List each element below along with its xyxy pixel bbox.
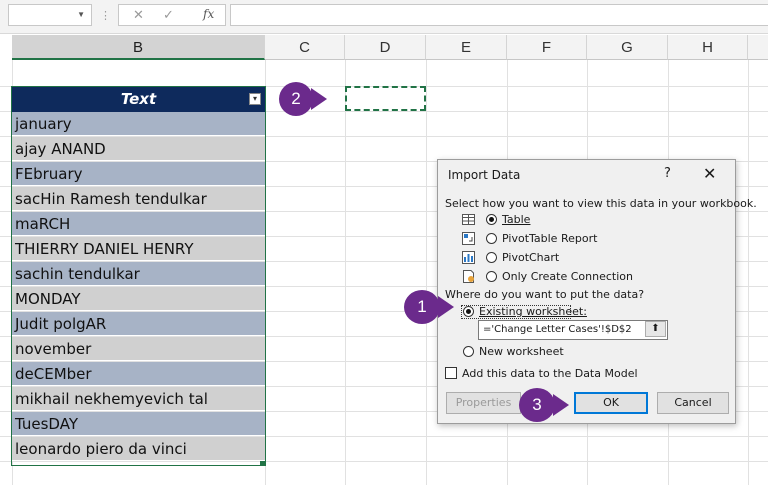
table-row[interactable]: leonardo piero da vinci bbox=[12, 437, 265, 461]
table-row[interactable]: maRCH bbox=[12, 212, 265, 236]
table-row[interactable]: Judit polgAR bbox=[12, 312, 265, 336]
cancel-icon[interactable]: ✕ bbox=[133, 7, 144, 23]
formula-buttons: ✕ ✓ fx bbox=[118, 4, 226, 26]
table-row[interactable]: deCEMber bbox=[12, 362, 265, 386]
target-cell-marquee[interactable] bbox=[345, 86, 426, 111]
pivotchart-icon bbox=[462, 251, 475, 264]
column-header-c[interactable]: C bbox=[265, 35, 345, 60]
column-header-f[interactable]: F bbox=[507, 35, 587, 60]
help-button[interactable]: ? bbox=[664, 166, 671, 181]
view-prompt: Select how you want to view this data in… bbox=[445, 197, 757, 210]
new-worksheet-label[interactable]: New worksheet bbox=[479, 345, 564, 358]
table-row[interactable]: november bbox=[12, 337, 265, 361]
pivottable-radio[interactable] bbox=[486, 233, 497, 244]
step-badge-3: 3 bbox=[519, 388, 569, 422]
table-resize-handle[interactable] bbox=[260, 461, 265, 466]
column-header-next[interactable] bbox=[748, 35, 768, 60]
table-row[interactable]: FEbruary bbox=[12, 162, 265, 186]
pivotchart-radio[interactable] bbox=[486, 252, 497, 263]
table-row[interactable]: MONDAY bbox=[12, 287, 265, 311]
data-model-checkbox[interactable] bbox=[445, 367, 457, 379]
dialog-title: Import Data bbox=[448, 168, 521, 182]
pivottable-icon bbox=[462, 232, 475, 245]
formula-bar-separator: ⋮ bbox=[100, 10, 111, 22]
properties-button[interactable]: Properties bbox=[446, 392, 521, 414]
cancel-button[interactable]: Cancel bbox=[657, 392, 729, 414]
pivottable-option-label[interactable]: PivotTable Report bbox=[502, 232, 597, 245]
table-row[interactable]: THIERRY DANIEL HENRY bbox=[12, 237, 265, 261]
column-header-g[interactable]: G bbox=[587, 35, 668, 60]
collapse-dialog-icon[interactable]: ⬆ bbox=[645, 321, 666, 337]
column-header-h[interactable]: H bbox=[668, 35, 748, 60]
reference-input[interactable]: ='Change Letter Cases'!$D$2 bbox=[478, 320, 668, 340]
connection-option-label[interactable]: Only Create Connection bbox=[502, 270, 633, 283]
chevron-down-icon[interactable]: ▼ bbox=[77, 10, 85, 19]
table-icon bbox=[462, 213, 475, 226]
formula-input[interactable] bbox=[230, 4, 768, 26]
ok-button[interactable]: OK bbox=[574, 392, 648, 414]
table-radio[interactable] bbox=[486, 214, 497, 225]
table-row[interactable]: TuesDAY bbox=[12, 412, 265, 436]
pivotchart-option-label[interactable]: PivotChart bbox=[502, 251, 559, 264]
connection-icon bbox=[462, 270, 475, 283]
table-row[interactable]: ajay ANAND bbox=[12, 137, 265, 161]
name-box[interactable]: ▼ bbox=[8, 4, 92, 26]
step-badge-1: 1 bbox=[404, 290, 454, 324]
data-model-label[interactable]: Add this data to the Data Model bbox=[462, 367, 638, 380]
table-row[interactable]: sacHin Ramesh tendulkar bbox=[12, 187, 265, 211]
step-badge-2: 2 bbox=[279, 82, 327, 116]
table-row[interactable]: january bbox=[12, 112, 265, 136]
table-header-cell[interactable]: Text ▾ bbox=[12, 87, 265, 112]
import-data-dialog: Import Data ? ✕ Select how you want to v… bbox=[437, 159, 757, 424]
existing-worksheet-label[interactable]: Existing worksheet: bbox=[479, 305, 587, 318]
table-option-label[interactable]: Table bbox=[502, 213, 530, 226]
column-header-b[interactable]: B bbox=[12, 35, 265, 60]
insert-function-icon[interactable]: fx bbox=[203, 7, 214, 21]
formula-bar: ▼ ⋮ ✕ ✓ fx bbox=[0, 0, 768, 34]
connection-radio[interactable] bbox=[486, 271, 497, 282]
column-header-e[interactable]: E bbox=[426, 35, 507, 60]
put-prompt: Where do you want to put the data? bbox=[445, 288, 645, 301]
close-icon[interactable]: ✕ bbox=[703, 164, 716, 183]
enter-icon[interactable]: ✓ bbox=[163, 7, 174, 23]
filter-dropdown-icon[interactable]: ▾ bbox=[249, 93, 261, 105]
table-row[interactable]: sachin tendulkar bbox=[12, 262, 265, 286]
table-row[interactable]: mikhail nekhemyevich tal bbox=[12, 387, 265, 411]
new-worksheet-radio[interactable] bbox=[463, 346, 474, 357]
column-header-d[interactable]: D bbox=[345, 35, 426, 60]
table-header-label: Text bbox=[120, 90, 157, 108]
